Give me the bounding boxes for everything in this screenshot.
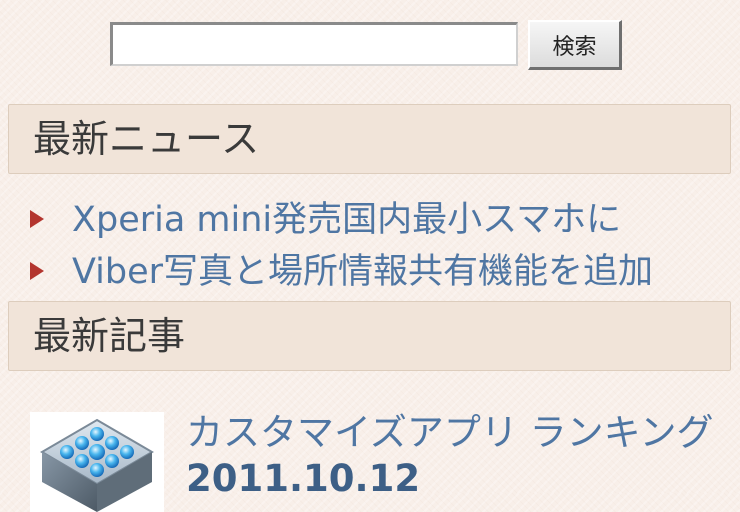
news-list: Xperia mini発売国内最小スマホに Viber写真と場所情報共有機能を追… [30,195,736,299]
article-item[interactable]: カスタマイズアプリ ランキング 2011.10.12 [30,410,736,512]
news-item: Xperia mini発売国内最小スマホに [30,195,736,247]
search-button[interactable]: 検索 [528,20,622,70]
search-input[interactable] [110,22,518,66]
triangle-bullet-icon [30,210,44,228]
latest-articles-header: 最新記事 [8,301,731,371]
app-grid-icon[interactable] [30,412,164,512]
latest-news-header: 最新ニュース [8,104,731,174]
article-date: 2011.10.12 [186,457,421,500]
news-item: Viber写真と場所情報共有機能を追加 [30,247,736,299]
news-link[interactable]: Viber写真と場所情報共有機能を追加 [72,252,653,292]
search-bar: 検索 [110,18,630,72]
news-link[interactable]: Xperia mini発売国内最小スマホに [72,200,621,240]
article-title-link[interactable]: カスタマイズアプリ ランキング 2011.10.12 [186,410,740,502]
article-title: カスタマイズアプリ ランキング [186,411,714,454]
triangle-bullet-icon [30,262,44,280]
